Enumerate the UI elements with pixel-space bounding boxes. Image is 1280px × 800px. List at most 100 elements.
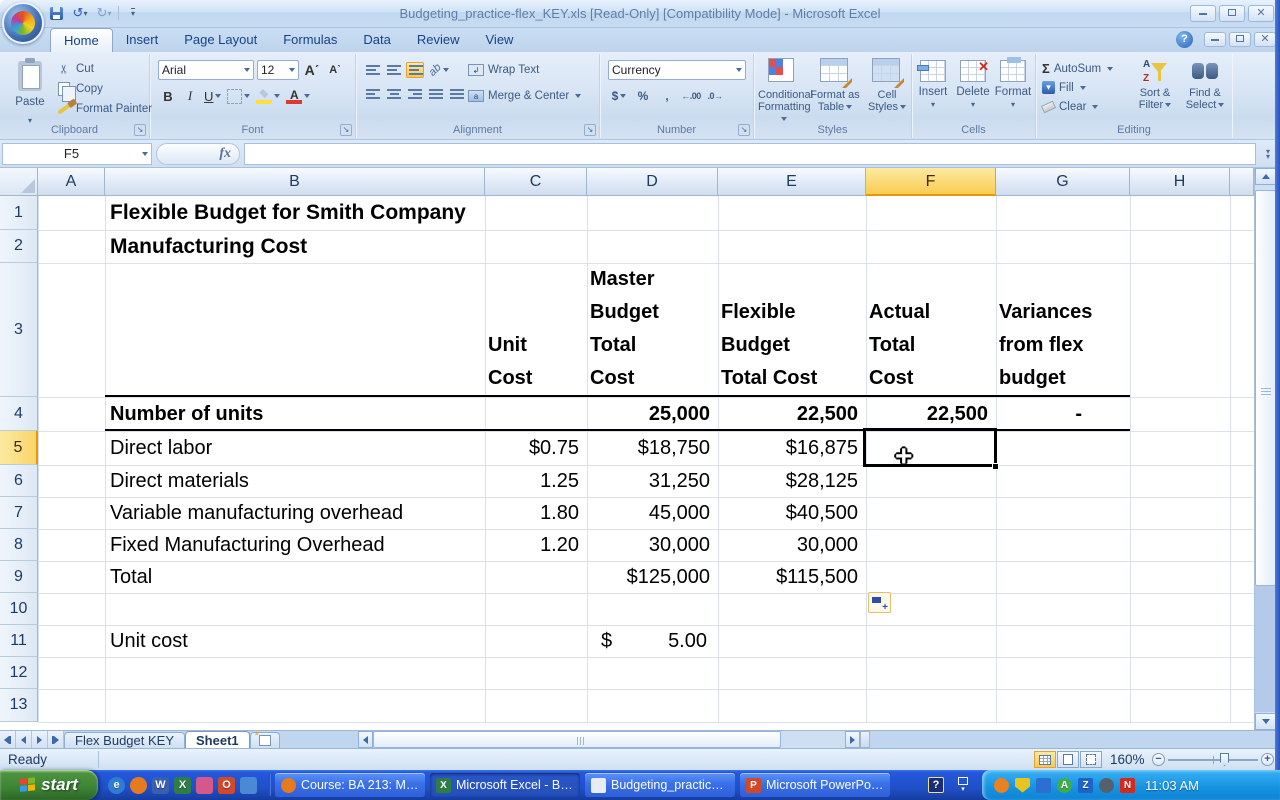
- help-tray-icon[interactable]: ?: [928, 777, 944, 793]
- ribbon-tab-review[interactable]: Review: [404, 28, 473, 52]
- sheet-tab-flex-budget-key[interactable]: Flex Budget KEY: [64, 732, 185, 748]
- row-header-2[interactable]: 2: [0, 230, 38, 263]
- column-header-H[interactable]: H: [1130, 168, 1230, 196]
- antivirus-icon[interactable]: A: [1057, 778, 1072, 793]
- cell-D3[interactable]: Master Budget Total Cost: [587, 263, 718, 397]
- restore-button[interactable]: [1219, 5, 1245, 22]
- number-dialog-launcher[interactable]: ↘: [738, 124, 750, 136]
- shield-icon[interactable]: [1015, 778, 1030, 793]
- first-sheet-button[interactable]: [0, 731, 16, 748]
- vertical-scrollbar[interactable]: [1254, 168, 1275, 730]
- column-header-B[interactable]: B: [105, 168, 485, 196]
- fill-handle[interactable]: [992, 463, 999, 470]
- column-header-E[interactable]: E: [718, 168, 866, 196]
- webcam-icon[interactable]: [1099, 778, 1114, 793]
- formula-input[interactable]: [244, 143, 1256, 165]
- taskbar-button-firefox[interactable]: Course: BA 213: Man...: [275, 773, 425, 797]
- cut-button[interactable]: ✂Cut: [56, 59, 152, 79]
- wrap-text-button[interactable]: ↲Wrap Text: [468, 60, 581, 80]
- agent-icon[interactable]: [994, 778, 1009, 793]
- decrease-indent-button[interactable]: [427, 86, 445, 102]
- clear-button[interactable]: Clear: [1042, 97, 1113, 116]
- sort-filter-button[interactable]: AZ Sort & Filter: [1132, 59, 1178, 111]
- cell-B11[interactable]: Unit cost: [105, 625, 485, 657]
- cell-E9[interactable]: $115,500: [718, 561, 866, 593]
- row-header-13[interactable]: 13: [0, 689, 38, 722]
- insert-function-button[interactable]: fx: [156, 143, 240, 165]
- scroll-up-button[interactable]: [1255, 168, 1276, 185]
- shrink-font-button[interactable]: Aˋ: [325, 60, 345, 80]
- cell-F4[interactable]: 22,500: [866, 397, 996, 431]
- format-cells-button[interactable]: Format▾: [994, 60, 1032, 110]
- decrease-decimal-button[interactable]: .0→: [704, 86, 726, 106]
- increase-indent-button[interactable]: [448, 86, 466, 102]
- vertical-scroll-thumb[interactable]: [1255, 190, 1276, 586]
- workbook-restore-button[interactable]: [1229, 32, 1251, 47]
- page-break-view-button[interactable]: [1080, 751, 1102, 768]
- row-header-12[interactable]: 12: [0, 657, 38, 689]
- prev-sheet-button[interactable]: [16, 731, 32, 748]
- excel-icon[interactable]: X: [174, 777, 191, 794]
- outlook-icon[interactable]: O: [218, 777, 235, 794]
- cell-D11[interactable]: $5.00: [587, 625, 718, 657]
- cell-C8[interactable]: 1.20: [485, 529, 587, 561]
- accounting-format-button[interactable]: $: [608, 86, 630, 106]
- cell-B2[interactable]: Manufacturing Cost: [105, 230, 485, 263]
- cell-E3[interactable]: Flexible Budget Total Cost: [718, 263, 866, 397]
- copy-button[interactable]: Copy: [56, 79, 152, 99]
- start-button[interactable]: start: [0, 770, 98, 800]
- merge-center-button[interactable]: aMerge & Center: [468, 86, 581, 106]
- cell-E7[interactable]: $40,500: [718, 497, 866, 529]
- cell-B1[interactable]: Flexible Budget for Smith Company: [105, 196, 485, 230]
- font-dialog-launcher[interactable]: ↘: [340, 124, 352, 136]
- find-select-button[interactable]: Find & Select: [1182, 59, 1228, 111]
- cell-D9[interactable]: $125,000: [587, 561, 718, 593]
- cell-B8[interactable]: Fixed Manufacturing Overhead: [105, 529, 485, 561]
- cell-F3[interactable]: Actual Total Cost: [866, 263, 996, 397]
- orientation-button[interactable]: ab: [427, 60, 451, 80]
- top-align-button[interactable]: [364, 62, 382, 78]
- tab-split-handle[interactable]: [860, 731, 870, 748]
- horizontal-scrollbar[interactable]: [358, 731, 870, 748]
- taskbar-button-excel[interactable]: XMicrosoft Excel - Bud...: [430, 773, 580, 797]
- minimize-button[interactable]: [1190, 5, 1216, 22]
- cell-E6[interactable]: $28,125: [718, 465, 866, 497]
- cell-C3[interactable]: Unit Cost: [485, 263, 587, 397]
- ribbon-tab-home[interactable]: Home: [50, 28, 113, 52]
- autosum-button[interactable]: ΣAutoSum: [1042, 59, 1113, 78]
- scroll-left-button[interactable]: [358, 731, 373, 748]
- middle-align-button[interactable]: [385, 62, 403, 78]
- underline-button[interactable]: U: [202, 86, 223, 106]
- close-button[interactable]: ✕: [1248, 5, 1274, 22]
- internet-explorer-icon[interactable]: e: [108, 777, 125, 794]
- percent-style-button[interactable]: %: [632, 86, 654, 106]
- n-app-icon[interactable]: N: [1120, 778, 1135, 793]
- paste-options-smart-tag[interactable]: [868, 592, 891, 613]
- ribbon-tab-data[interactable]: Data: [350, 28, 403, 52]
- cell-G3[interactable]: Variances from flex budget: [996, 263, 1130, 397]
- row-header-3[interactable]: 3: [0, 263, 38, 397]
- selected-cell-F5[interactable]: [863, 428, 997, 467]
- cell-E5[interactable]: $16,875: [718, 431, 866, 465]
- zoom-level[interactable]: 160%: [1110, 752, 1145, 767]
- next-sheet-button[interactable]: [32, 731, 48, 748]
- font-color-button[interactable]: A: [284, 86, 312, 106]
- ribbon-tab-page-layout[interactable]: Page Layout: [171, 28, 270, 52]
- paste-button[interactable]: Paste▾: [8, 58, 52, 120]
- row-header-6[interactable]: 6: [0, 465, 38, 497]
- z-app-icon[interactable]: Z: [1078, 778, 1093, 793]
- cell-B4[interactable]: Number of units: [105, 397, 485, 431]
- borders-button[interactable]: [225, 86, 252, 106]
- column-header-G[interactable]: G: [996, 168, 1130, 196]
- horizontal-scroll-thumb[interactable]: [373, 731, 781, 748]
- sheet-tab-sheet1[interactable]: Sheet1: [185, 731, 250, 748]
- normal-view-button[interactable]: [1034, 751, 1056, 768]
- increase-decimal-button[interactable]: ←.00: [680, 86, 702, 106]
- cell-C7[interactable]: 1.80: [485, 497, 587, 529]
- cell-D7[interactable]: 45,000: [587, 497, 718, 529]
- cell-D5[interactable]: $18,750: [587, 431, 718, 465]
- cell-E8[interactable]: 30,000: [718, 529, 866, 561]
- column-header-D[interactable]: D: [587, 168, 718, 196]
- column-header-A[interactable]: A: [38, 168, 105, 196]
- cell-E4[interactable]: 22,500: [718, 397, 866, 431]
